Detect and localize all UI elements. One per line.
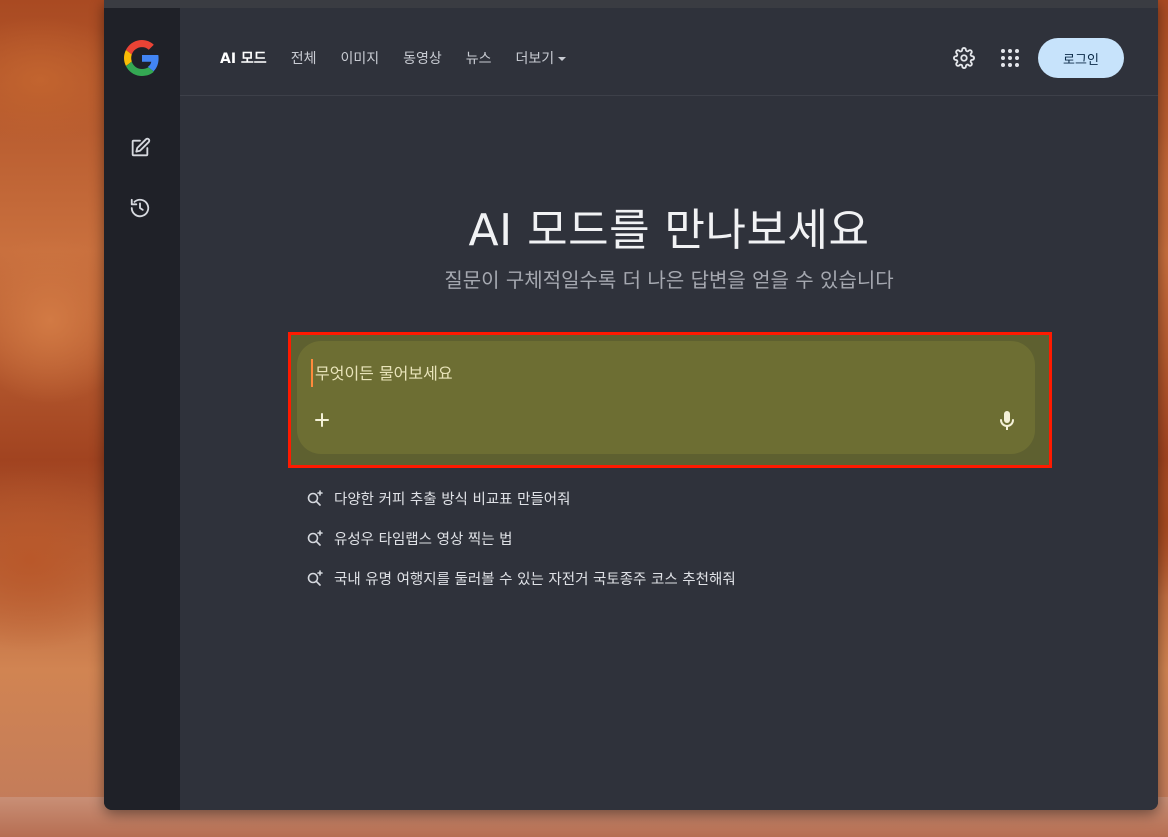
- tab-ai-mode[interactable]: AI 모드: [220, 48, 267, 68]
- settings-icon[interactable]: [950, 44, 978, 72]
- page-subtitle: 질문이 구체적일수록 더 나은 답변을 얻을 수 있습니다: [444, 268, 894, 292]
- tab-videos[interactable]: 동영상: [403, 48, 442, 68]
- new-chat-icon[interactable]: [126, 134, 154, 162]
- search-input[interactable]: [311, 359, 911, 387]
- tab-more[interactable]: 더보기: [516, 48, 567, 68]
- page-title: AI 모드를 만나보세요: [468, 205, 870, 256]
- suggestion-item[interactable]: 다양한 커피 추출 방식 비교표 만들어줘: [306, 478, 736, 518]
- suggestion-item[interactable]: 국내 유명 여행지를 둘러볼 수 있는 자전거 국토종주 코스 추천해줘: [306, 558, 736, 598]
- plus-icon[interactable]: [311, 409, 333, 431]
- history-icon[interactable]: [126, 194, 154, 222]
- apps-grid-icon[interactable]: [996, 44, 1024, 72]
- sparkle-search-icon: [306, 529, 324, 547]
- sidebar: [104, 8, 180, 810]
- browser-window: AI 모드 전체 이미지 동영상 뉴스 더보기 로그인 AI 모드를 만나보세요…: [104, 0, 1158, 810]
- suggestion-text: 유성우 타임랩스 영상 찍는 법: [334, 531, 513, 548]
- suggestion-item[interactable]: 유성우 타임랩스 영상 찍는 법: [306, 518, 736, 558]
- tab-images[interactable]: 이미지: [340, 48, 379, 68]
- suggestion-list: 다양한 커피 추출 방식 비교표 만들어줘 유성우 타임랩스 영상 찍는 법 국…: [306, 478, 736, 598]
- window-top-strip: [104, 0, 1158, 8]
- tab-news[interactable]: 뉴스: [466, 48, 492, 68]
- login-button[interactable]: 로그인: [1038, 38, 1124, 78]
- suggestion-text: 국내 유명 여행지를 둘러볼 수 있는 자전거 국토종주 코스 추천해줘: [334, 571, 736, 588]
- tab-all[interactable]: 전체: [291, 48, 317, 68]
- search-box: [297, 341, 1035, 454]
- search-highlight-frame: [288, 332, 1052, 468]
- sparkle-search-icon: [306, 569, 324, 587]
- mic-icon[interactable]: [995, 409, 1019, 433]
- sparkle-search-icon: [306, 489, 324, 507]
- main-content: AI 모드 전체 이미지 동영상 뉴스 더보기 로그인 AI 모드를 만나보세요…: [180, 8, 1158, 810]
- tab-more-label: 더보기: [515, 51, 555, 67]
- chevron-down-icon: [558, 56, 567, 61]
- search-tabs: AI 모드 전체 이미지 동영상 뉴스 더보기: [220, 48, 567, 68]
- google-logo[interactable]: [124, 40, 160, 76]
- suggestion-text: 다양한 커피 추출 방식 비교표 만들어줘: [334, 491, 571, 508]
- top-bar: AI 모드 전체 이미지 동영상 뉴스 더보기 로그인: [180, 8, 1158, 96]
